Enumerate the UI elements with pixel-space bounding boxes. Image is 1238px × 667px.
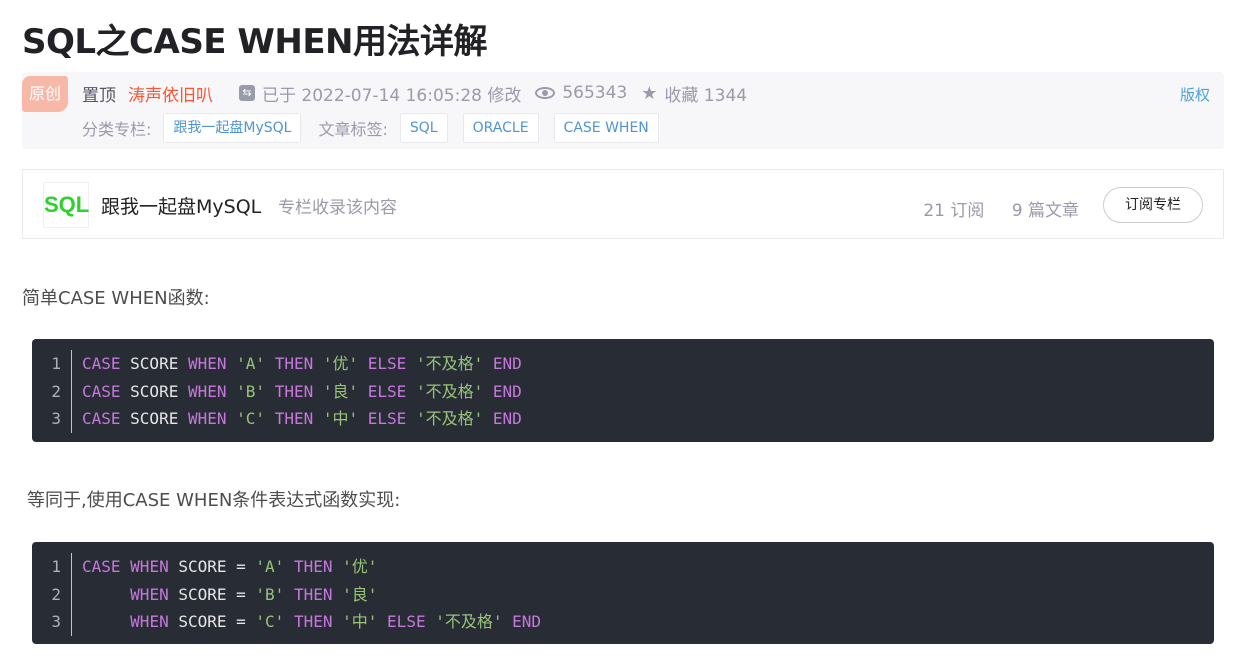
favorite-button[interactable]: ★ 收藏 1344 (641, 81, 747, 106)
code-line: CASE SCORE WHEN 'C' THEN '中' ELSE '不及格' … (82, 409, 522, 428)
code-line: WHEN SCORE = 'B' THEN '良' (130, 584, 378, 604)
code-lines: CASE SCORE WHEN 'A' THEN '优' ELSE '不及格' … (82, 350, 522, 433)
line-numbers: 1 2 3 (32, 553, 72, 636)
line-number: 3 (51, 612, 61, 631)
code-line: WHEN SCORE = 'C' THEN '中' ELSE '不及格' END (130, 612, 542, 631)
update-info: ⇆ 已于 2022-07-14 16:05:28 修改 (239, 81, 521, 106)
code-line: CASE SCORE WHEN 'A' THEN '优' ELSE '不及格' … (82, 354, 522, 373)
line-number: 1 (51, 557, 61, 576)
article-title: SQL之CASE WHEN用法详解 (22, 22, 488, 62)
eye-icon (535, 87, 556, 99)
column-name[interactable]: 跟我一起盘MySQL (101, 192, 261, 219)
update-icon: ⇆ (239, 85, 255, 101)
column-subscribers: 21 订阅 (923, 201, 985, 221)
paragraph-equivalent: 等同于,使用CASE WHEN条件表达式函数实现: (27, 490, 401, 511)
category-tag[interactable]: 跟我一起盘MySQL (163, 113, 302, 143)
view-count-value: 565343 (562, 83, 628, 103)
code-line: CASE WHEN SCORE = 'A' THEN '优' (82, 557, 378, 576)
view-count: 565343 (535, 83, 627, 103)
line-numbers: 1 2 3 (32, 350, 72, 433)
code-lines: CASE WHEN SCORE = 'A' THEN '优' WHEN SCOR… (82, 553, 541, 636)
column-stats: 21 订阅 9 篇文章 (901, 196, 1079, 221)
tag-sql[interactable]: SQL (399, 113, 448, 143)
star-icon: ★ (641, 82, 658, 104)
original-badge: 原创 (22, 76, 68, 112)
copyright-link[interactable]: 版权 (1180, 84, 1210, 105)
category-label: 分类专栏: (82, 120, 152, 139)
subscribe-column-button[interactable]: 订阅专栏 (1103, 187, 1203, 223)
tag-case-when[interactable]: CASE WHEN (553, 113, 659, 143)
tags-label: 文章标签: (318, 120, 388, 139)
column-desc: 专栏收录该内容 (278, 198, 397, 218)
favorite-count: 收藏 1344 (664, 85, 748, 106)
meta-info-row: 置顶 涛声依旧叭 ⇆ 已于 2022-07-14 16:05:28 修改 565… (82, 80, 761, 106)
line-number: 2 (51, 381, 61, 401)
line-number: 2 (51, 584, 61, 604)
tag-oracle[interactable]: ORACLE (462, 113, 539, 143)
pinned-label: 置顶 (82, 85, 116, 106)
updated-text: 已于 2022-07-14 16:05:28 修改 (262, 85, 522, 106)
author-link[interactable]: 涛声依旧叭 (128, 81, 213, 106)
column-article-count: 9 篇文章 (1011, 201, 1079, 221)
code-block-1[interactable]: 1 2 3 CASE SCORE WHEN 'A' THEN '优' ELSE … (32, 339, 1214, 442)
column-logo[interactable]: SQL (43, 182, 89, 228)
line-number: 3 (51, 409, 61, 428)
paragraph-simple-case: 简单CASE WHEN函数: (22, 288, 210, 309)
meta-tags-row: 分类专栏: 跟我一起盘MySQL 文章标签: SQL ORACLE CASE W… (82, 113, 662, 143)
code-block-2[interactable]: 1 2 3 CASE WHEN SCORE = 'A' THEN '优' WHE… (32, 542, 1214, 644)
line-number: 1 (51, 354, 61, 373)
code-line: CASE SCORE WHEN 'B' THEN '良' ELSE '不及格' … (82, 381, 522, 401)
article-meta-box: 原创 置顶 涛声依旧叭 ⇆ 已于 2022-07-14 16:05:28 修改 … (22, 72, 1224, 149)
column-card: SQL 跟我一起盘MySQL 专栏收录该内容 21 订阅 9 篇文章 订阅专栏 (22, 169, 1224, 239)
